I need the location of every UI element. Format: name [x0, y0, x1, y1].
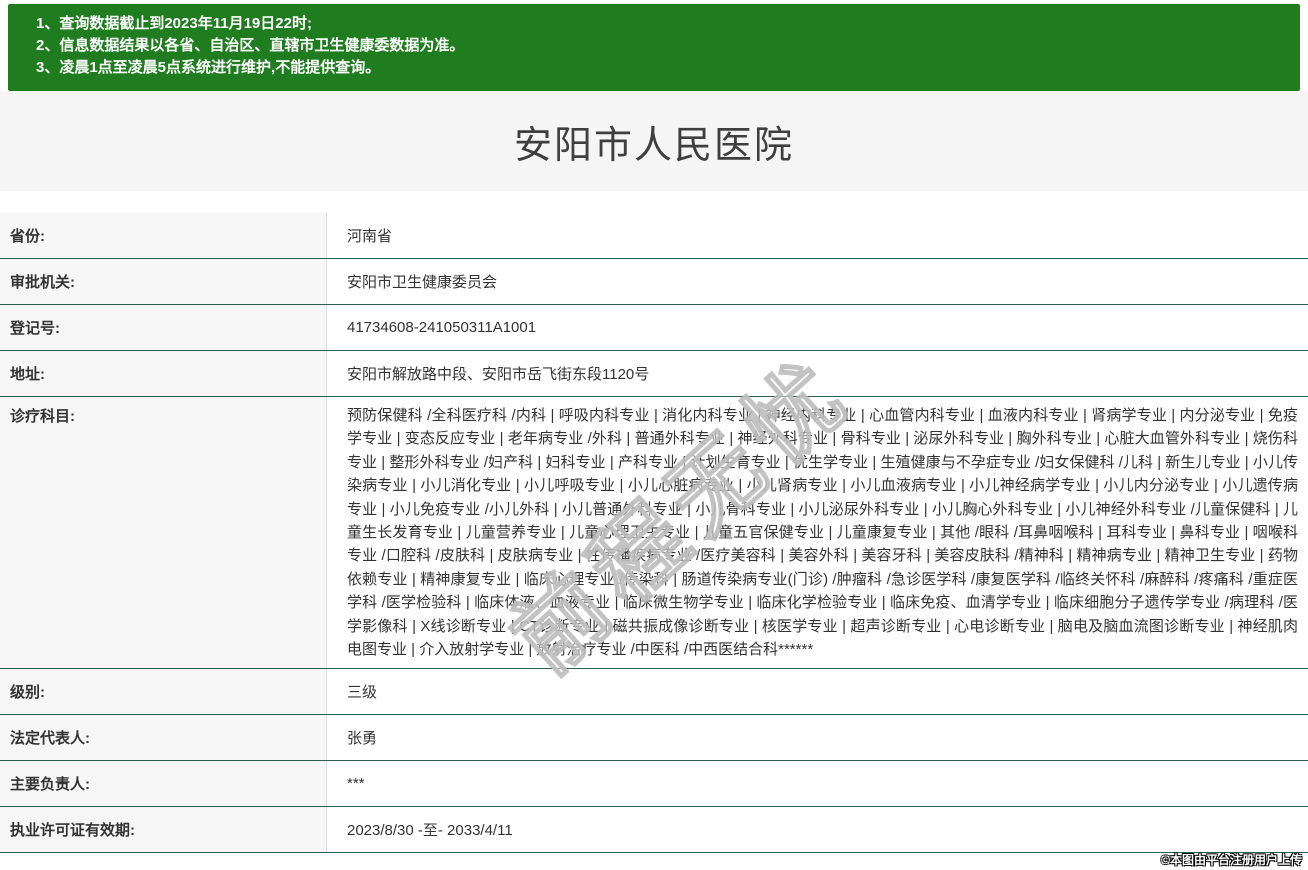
row-value: 河南省 [327, 213, 1308, 259]
table-row-approval-authority: 审批机关: 安阳市卫生健康委员会 [0, 259, 1308, 305]
table-row-main-person-in-charge: 主要负责人: *** [0, 761, 1308, 807]
hospital-title: 安阳市人民医院 [514, 114, 794, 169]
notice-line-2: 2、信息数据结果以各省、自治区、直辖市卫生健康委数据为准。 [36, 35, 1280, 57]
row-value: 张勇 [327, 715, 1308, 761]
row-label: 登记号: [0, 305, 327, 351]
notice-line-3: 3、凌晨1点至凌晨5点系统进行维护,不能提供查询。 [36, 57, 1280, 79]
row-value: 安阳市解放路中段、安阳市岳飞街东段1120号 [327, 351, 1308, 397]
title-band: 安阳市人民医院 [0, 91, 1308, 191]
row-value: 三级 [327, 669, 1308, 715]
row-label: 审批机关: [0, 259, 327, 305]
table-row-legal-representative: 法定代表人: 张勇 [0, 715, 1308, 761]
row-value: 预防保健科 /全科医疗科 /内科 | 呼吸内科专业 | 消化内科专业 | 神经内… [327, 397, 1308, 669]
table-row-address: 地址: 安阳市解放路中段、安阳市岳飞街东段1120号 [0, 351, 1308, 397]
table-row-license-validity: 执业许可证有效期: 2023/8/30 -至- 2033/4/11 [0, 807, 1308, 853]
row-value: 2023/8/30 -至- 2033/4/11 [327, 807, 1308, 853]
row-label: 地址: [0, 351, 327, 397]
row-value: 安阳市卫生健康委员会 [327, 259, 1308, 305]
row-label: 诊疗科目: [0, 397, 327, 669]
row-label: 省份: [0, 213, 327, 259]
table-row-province: 省份: 河南省 [0, 213, 1308, 259]
upload-attribution-note: ©本图由平台注册用户上传 [1161, 851, 1302, 868]
notice-banner: 1、查询数据截止到2023年11月19日22时; 2、信息数据结果以各省、自治区… [8, 4, 1300, 91]
table-row-registration-number: 登记号: 41734608-241050311A1001 [0, 305, 1308, 351]
row-label: 执业许可证有效期: [0, 807, 327, 853]
row-label: 级别: [0, 669, 327, 715]
hospital-info-table: 省份: 河南省 审批机关: 安阳市卫生健康委员会 登记号: 41734608-2… [0, 213, 1308, 853]
row-label: 法定代表人: [0, 715, 327, 761]
notice-line-1: 1、查询数据截止到2023年11月19日22时; [36, 13, 1280, 35]
row-value: 41734608-241050311A1001 [327, 305, 1308, 351]
row-value: *** [327, 761, 1308, 807]
row-label: 主要负责人: [0, 761, 327, 807]
table-row-level: 级别: 三级 [0, 669, 1308, 715]
table-row-treatment-subjects: 诊疗科目: 预防保健科 /全科医疗科 /内科 | 呼吸内科专业 | 消化内科专业… [0, 397, 1308, 669]
